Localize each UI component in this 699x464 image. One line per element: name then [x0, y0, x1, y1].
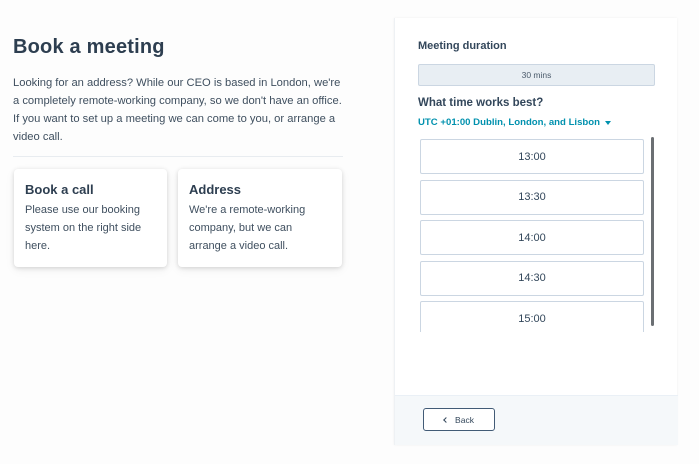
- caret-down-icon: [605, 121, 612, 125]
- back-label: Back: [455, 414, 474, 425]
- card-body: Please use our booking system on the rig…: [25, 204, 142, 252]
- card-body: We're a remote-working company, but we c…: [189, 204, 306, 252]
- time-slot[interactable]: 15:00: [420, 301, 644, 332]
- back-button[interactable]: Back: [423, 408, 495, 431]
- card-title: Address: [189, 182, 242, 197]
- duration-selector[interactable]: 30 mins: [418, 64, 655, 86]
- booking-panel: Meeting duration 30 mins What time works…: [394, 18, 678, 445]
- time-slot[interactable]: 13:30: [420, 179, 644, 215]
- time-slot-list: 13:00 13:30 14:00 14:30 15:00: [420, 139, 646, 332]
- divider: [13, 156, 343, 157]
- chevron-left-icon: [443, 416, 449, 423]
- intro-text: Looking for an address? While our CEO is…: [13, 77, 342, 143]
- scrollbar[interactable]: [651, 137, 654, 326]
- time-slot[interactable]: 14:00: [420, 220, 644, 255]
- page-title: Book a meeting: [13, 36, 165, 58]
- timezone-label: UTC +01:00 Dublin, London, and Lisbon: [418, 117, 601, 128]
- time-label: What time works best?: [418, 97, 544, 109]
- book-a-call-card: Book a call Please use our booking syste…: [14, 169, 167, 267]
- address-card: Address We're a remote-working company, …: [178, 169, 342, 267]
- card-title: Book a call: [25, 182, 94, 197]
- duration-label: Meeting duration: [418, 40, 507, 52]
- time-slot[interactable]: 14:30: [420, 260, 644, 296]
- time-slot[interactable]: 13:00: [420, 139, 644, 174]
- panel-footer: Back: [395, 395, 678, 445]
- timezone-dropdown[interactable]: UTC +01:00 Dublin, London, and Lisbon: [418, 117, 612, 128]
